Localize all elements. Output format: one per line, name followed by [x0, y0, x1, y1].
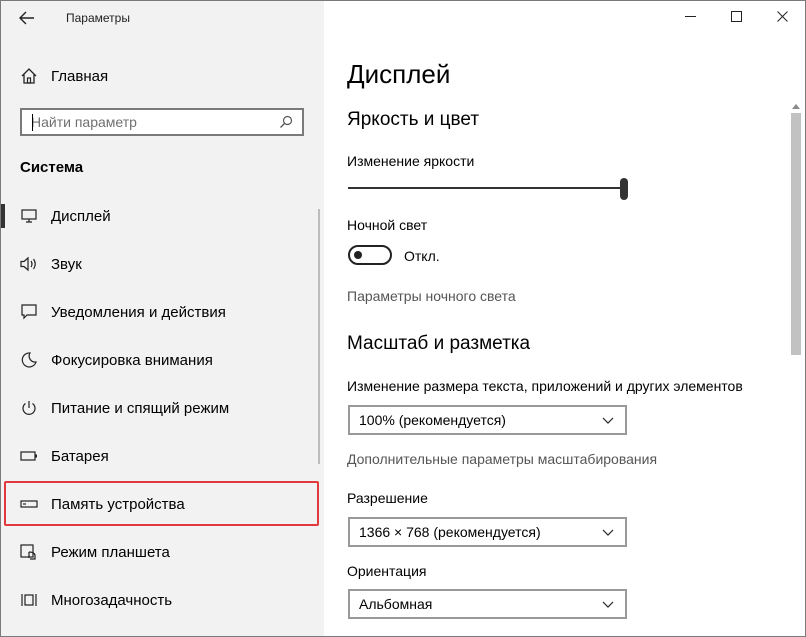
maximize-icon	[730, 9, 742, 27]
home-icon	[20, 67, 38, 85]
search-icon[interactable]	[276, 112, 296, 132]
moon-icon	[20, 351, 38, 369]
sidebar-scrollbar[interactable]	[318, 209, 320, 464]
close-button[interactable]	[759, 1, 805, 35]
sidebar-item-notifications[interactable]: Уведомления и действия	[1, 289, 323, 335]
scroll-up-button[interactable]	[790, 99, 802, 111]
display-icon	[20, 207, 38, 225]
sidebar: Параметры Главная Система Дисплей	[1, 1, 324, 636]
orientation-value: Альбомная	[359, 596, 433, 612]
sidebar-item-label: Дисплей	[51, 207, 111, 225]
tablet-mode-icon	[20, 543, 38, 561]
sidebar-item-tablet-mode[interactable]: Режим планшета	[1, 529, 323, 575]
brightness-slider-thumb[interactable]	[620, 178, 628, 200]
scale-value: 100% (рекомендуется)	[359, 412, 506, 428]
resolution-label: Разрешение	[347, 490, 428, 506]
back-button[interactable]	[13, 7, 41, 31]
sidebar-item-label: Память устройства	[51, 495, 185, 513]
search-field[interactable]	[22, 110, 276, 134]
sidebar-item-label: Многозадачность	[51, 591, 173, 609]
sidebar-item-multitasking[interactable]: Многозадачность	[1, 577, 323, 623]
sidebar-item-home[interactable]: Главная	[1, 53, 323, 99]
sidebar-item-label: Главная	[51, 67, 109, 85]
night-light-settings-link[interactable]: Параметры ночного света	[347, 288, 516, 304]
chevron-down-icon	[601, 525, 615, 539]
sidebar-item-storage[interactable]: Память устройства	[1, 481, 323, 527]
settings-window: Параметры Главная Система Дисплей	[0, 0, 806, 637]
minimize-icon	[684, 9, 696, 27]
sidebar-item-sound[interactable]: Звук	[1, 241, 323, 287]
window-title: Параметры	[66, 11, 130, 25]
search-input[interactable]	[20, 108, 304, 136]
sidebar-item-display[interactable]: Дисплей	[1, 193, 323, 239]
brightness-label: Изменение яркости	[347, 153, 475, 169]
scale-dropdown[interactable]: 100% (рекомендуется)	[348, 405, 627, 435]
multitasking-icon	[20, 591, 38, 609]
text-cursor	[32, 114, 33, 131]
storage-icon	[20, 495, 38, 513]
battery-icon	[20, 447, 38, 465]
orientation-label: Ориентация	[347, 563, 427, 579]
sidebar-item-label: Режим планшета	[51, 543, 170, 561]
scale-label: Изменение размера текста, приложений и д…	[347, 378, 743, 394]
scale-section-title: Масштаб и разметка	[347, 333, 531, 354]
brightness-slider[interactable]	[348, 187, 624, 189]
sidebar-item-label: Фокусировка внимания	[51, 351, 213, 369]
night-light-toggle[interactable]	[348, 245, 392, 265]
chevron-down-icon	[601, 597, 615, 611]
night-light-state: Откл.	[404, 248, 440, 264]
chevron-down-icon	[601, 413, 615, 427]
main-scrollbar-thumb[interactable]	[791, 113, 801, 355]
maximize-button[interactable]	[713, 1, 759, 35]
close-icon	[776, 9, 788, 27]
brightness-section-title: Яркость и цвет	[347, 109, 480, 130]
sidebar-section-title: Система	[20, 159, 84, 176]
sidebar-item-power[interactable]: Питание и спящий режим	[1, 385, 323, 431]
sidebar-item-label: Уведомления и действия	[51, 303, 226, 321]
sidebar-item-label: Батарея	[51, 447, 109, 465]
power-icon	[20, 399, 38, 417]
sidebar-item-focus-assist[interactable]: Фокусировка внимания	[1, 337, 323, 383]
back-arrow-icon	[19, 9, 35, 30]
minimize-button[interactable]	[667, 1, 713, 35]
caret-up-icon	[792, 96, 800, 114]
resolution-dropdown[interactable]: 1366 × 768 (рекомендуется)	[348, 517, 627, 547]
main-content: Дисплей Яркость и цвет Изменение яркости…	[324, 1, 805, 636]
orientation-dropdown[interactable]: Альбомная	[348, 589, 627, 619]
night-light-label: Ночной свет	[347, 217, 428, 233]
resolution-value: 1366 × 768 (рекомендуется)	[359, 524, 541, 540]
speaker-icon	[20, 255, 38, 273]
advanced-scaling-link[interactable]: Дополнительные параметры масштабирования	[347, 451, 657, 467]
notification-icon	[20, 303, 38, 321]
toggle-knob	[354, 251, 362, 259]
sidebar-item-battery[interactable]: Батарея	[1, 433, 323, 479]
sidebar-item-label: Питание и спящий режим	[51, 399, 230, 417]
page-title: Дисплей	[347, 59, 451, 89]
sidebar-item-label: Звук	[51, 255, 82, 273]
